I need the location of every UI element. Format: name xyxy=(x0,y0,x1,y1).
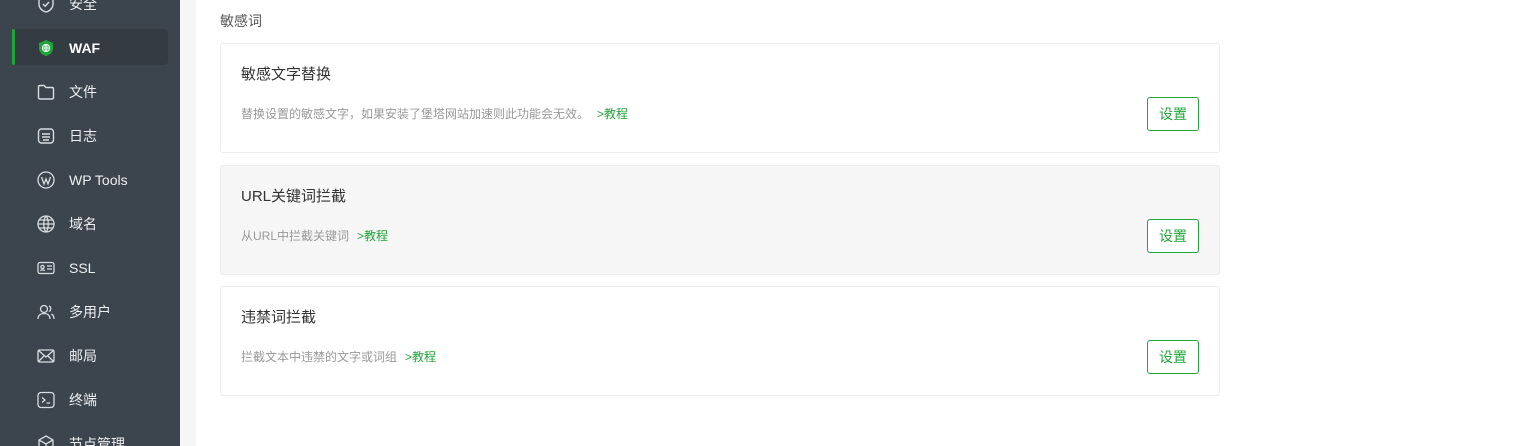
globe-icon xyxy=(36,214,56,234)
tutorial-link[interactable]: >教程 xyxy=(405,350,436,364)
prohibited-word-block-card: 违禁词拦截 拦截文本中违禁的文字或词组 >教程 设置 xyxy=(220,286,1220,396)
sidebar-item-label: 域名 xyxy=(69,216,97,232)
sidebar-item-files[interactable]: 文件 xyxy=(0,70,180,114)
sidebar-item-security[interactable]: 安全 xyxy=(0,0,180,26)
content-gutter xyxy=(180,0,196,446)
card-description: 从URL中拦截关键词 >教程 xyxy=(241,229,388,243)
card-description-text: 从URL中拦截关键词 xyxy=(241,229,350,243)
terminal-icon xyxy=(36,390,56,410)
section-title: 敏感词 xyxy=(220,13,262,29)
folder-icon xyxy=(36,82,56,102)
sidebar-item-domain[interactable]: 域名 xyxy=(0,202,180,246)
log-icon xyxy=(36,126,56,146)
sidebar-item-ssl[interactable]: SSL xyxy=(0,246,180,290)
sidebar-item-wp-tools[interactable]: WP Tools xyxy=(0,158,180,202)
card-description-text: 拦截文本中违禁的文字或词组 xyxy=(241,350,398,364)
sidebar-item-mail[interactable]: 邮局 xyxy=(0,334,180,378)
wordpress-icon xyxy=(36,170,56,190)
main-panel: 敏感词 敏感文字替换 替换设置的敏感文字，如果安装了堡塔网站加速则此功能会无效。… xyxy=(196,0,1523,446)
sidebar-item-label: 节点管理 xyxy=(69,436,125,446)
sidebar-item-label: 安全 xyxy=(69,0,97,12)
tutorial-link[interactable]: >教程 xyxy=(357,229,388,243)
sidebar-item-label: 日志 xyxy=(69,128,97,144)
active-indicator xyxy=(12,29,15,65)
sidebar-item-label: 文件 xyxy=(69,84,97,100)
node-cube-icon xyxy=(36,434,56,446)
sidebar-item-label: WP Tools xyxy=(69,172,128,188)
settings-button[interactable]: 设置 xyxy=(1147,340,1199,374)
users-icon xyxy=(36,302,56,322)
sidebar-item-terminal[interactable]: 终端 xyxy=(0,378,180,422)
card-title: 违禁词拦截 xyxy=(241,309,317,326)
card-description-text: 替换设置的敏感文字，如果安装了堡塔网站加速则此功能会无效。 xyxy=(241,107,590,121)
sidebar-item-label: 终端 xyxy=(69,392,97,408)
sidebar-item-logs[interactable]: 日志 xyxy=(0,114,180,158)
sidebar-item-waf[interactable]: WAF xyxy=(0,26,180,70)
sensitive-text-replace-card: 敏感文字替换 替换设置的敏感文字，如果安装了堡塔网站加速则此功能会无效。 >教程 … xyxy=(220,43,1220,153)
url-keyword-block-card: URL关键词拦截 从URL中拦截关键词 >教程 设置 xyxy=(220,165,1220,275)
settings-button[interactable]: 设置 xyxy=(1147,219,1199,253)
tutorial-link[interactable]: >教程 xyxy=(597,107,628,121)
card-description: 替换设置的敏感文字，如果安装了堡塔网站加速则此功能会无效。 >教程 xyxy=(241,107,628,121)
ssl-certificate-icon xyxy=(36,258,56,278)
sidebar: 安全 WAF 文件 日志 WP Tools 域名 SSL 多用户 邮局 终端 节… xyxy=(0,0,180,446)
sidebar-item-multi-user[interactable]: 多用户 xyxy=(0,290,180,334)
shield-check-icon xyxy=(36,0,56,14)
settings-button[interactable]: 设置 xyxy=(1147,97,1199,131)
sidebar-item-label: 多用户 xyxy=(69,304,111,320)
card-title: 敏感文字替换 xyxy=(241,66,332,83)
sidebar-item-node-management[interactable]: 节点管理 xyxy=(0,422,180,446)
sidebar-item-label: SSL xyxy=(69,260,96,276)
mail-icon xyxy=(36,346,56,366)
waf-shield-icon xyxy=(36,38,56,58)
card-description: 拦截文本中违禁的文字或词组 >教程 xyxy=(241,350,436,364)
card-title: URL关键词拦截 xyxy=(241,188,347,205)
sidebar-item-label: 邮局 xyxy=(69,348,97,364)
sidebar-item-label: WAF xyxy=(69,40,101,56)
